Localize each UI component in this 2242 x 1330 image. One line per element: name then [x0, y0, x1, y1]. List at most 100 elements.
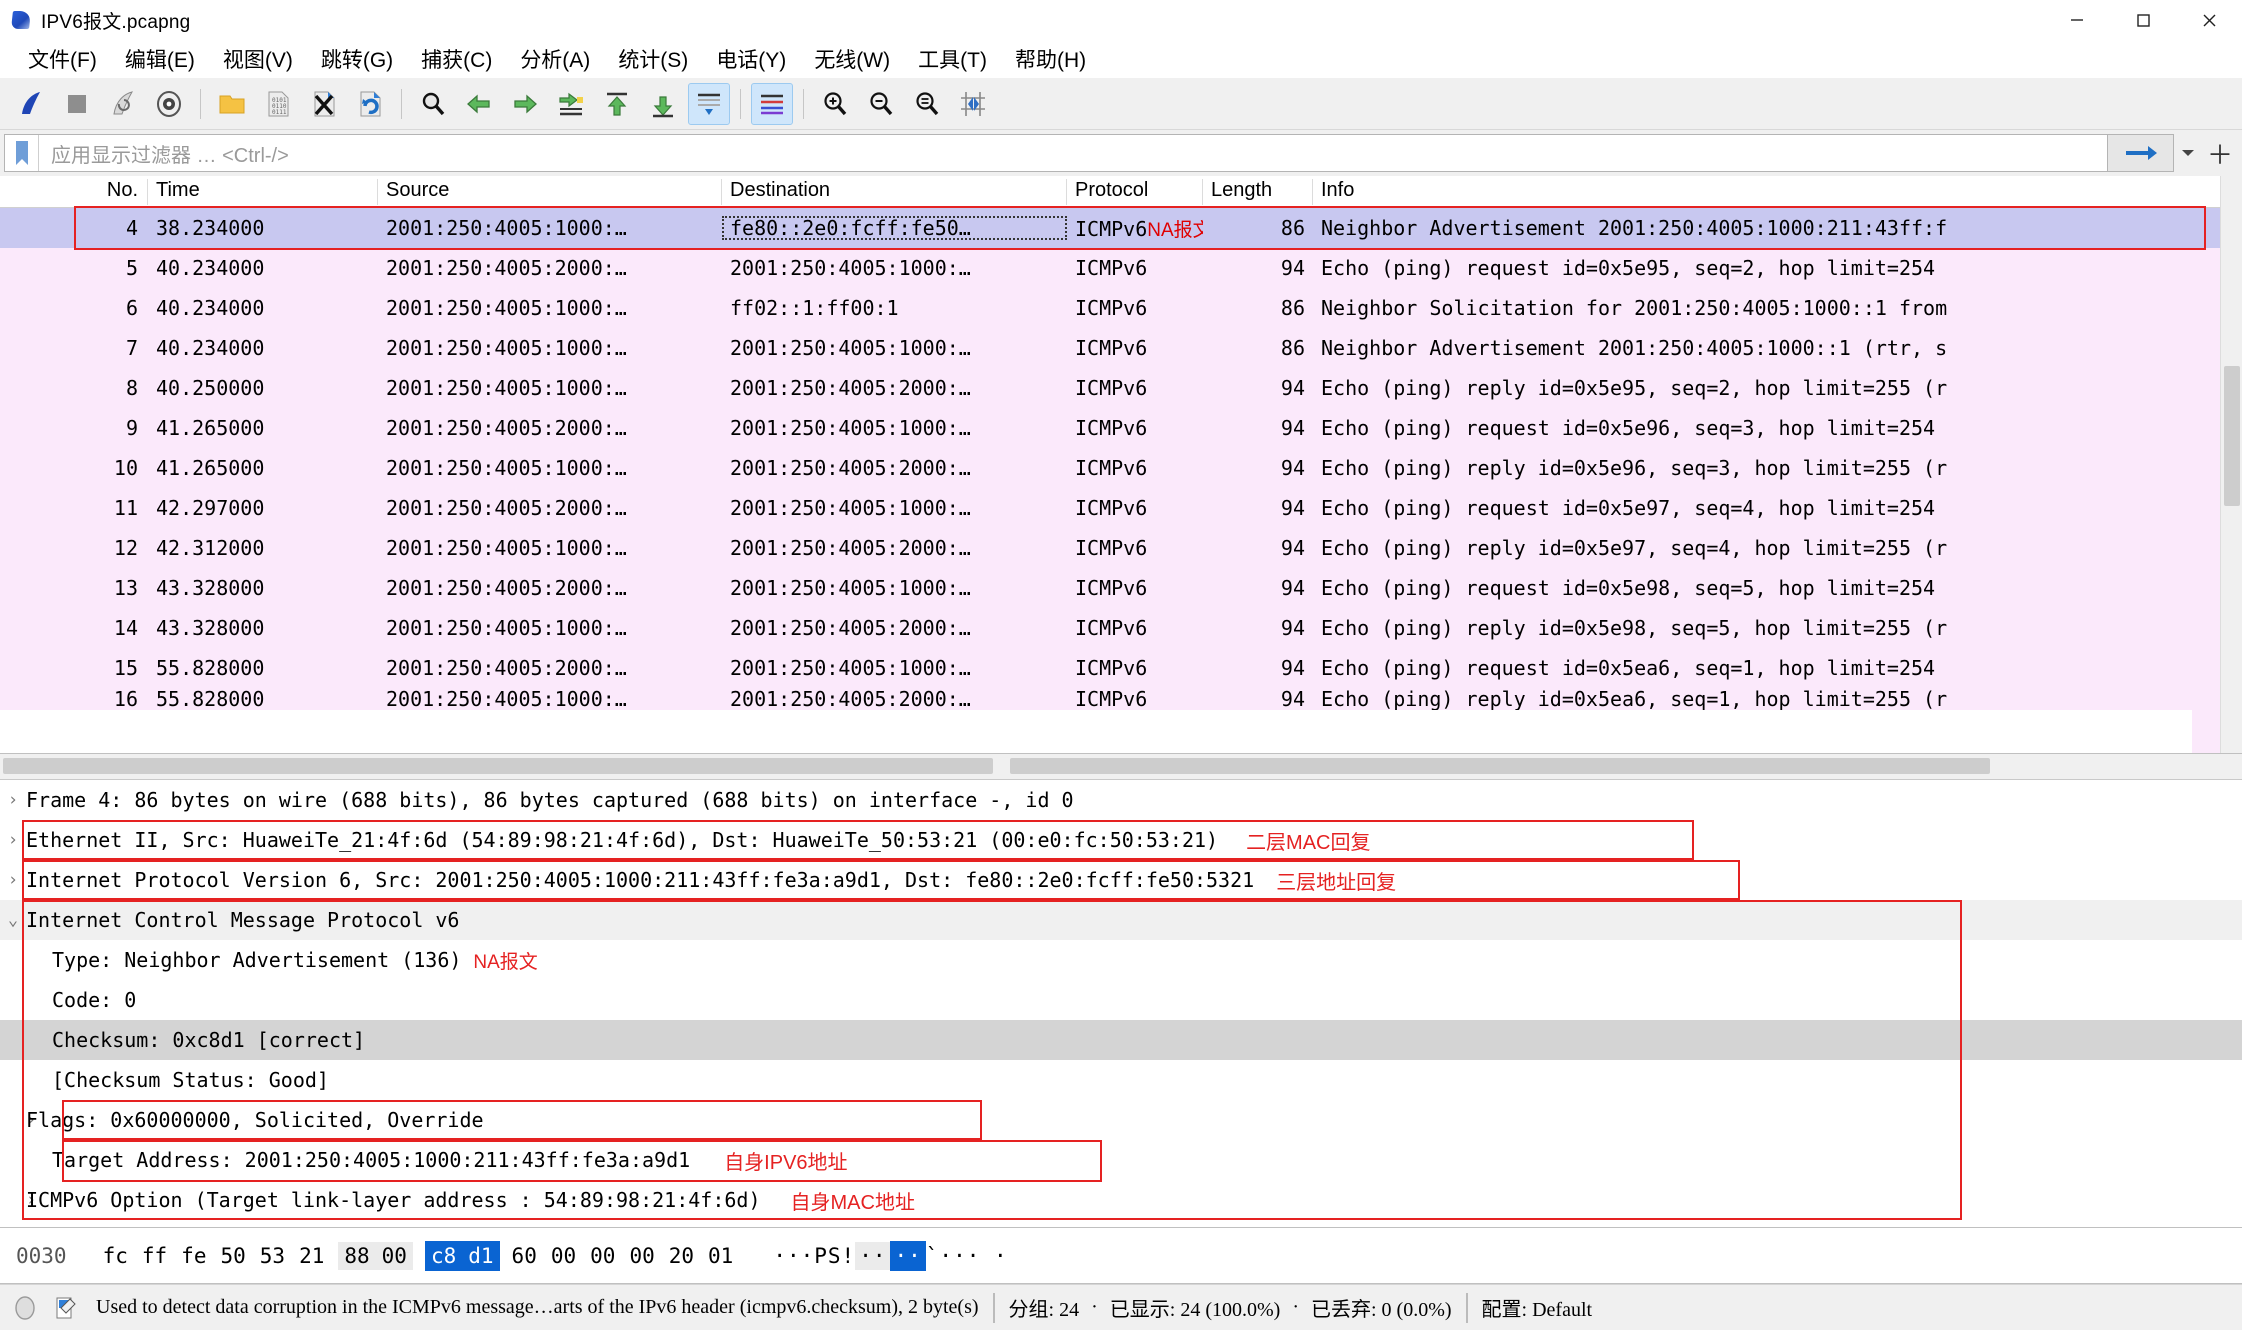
detail-row-ipv6[interactable]: › Internet Protocol Version 6, Src: 2001…: [0, 860, 2242, 900]
packet-list-scroll-thumb[interactable]: [2224, 366, 2240, 506]
capture-file-properties-icon[interactable]: [50, 1293, 80, 1323]
table-row[interactable]: 11 42.297000 2001:250:4005:2000:… 2001:2…: [0, 488, 2242, 528]
menu-wireless[interactable]: 无线(W): [800, 41, 904, 77]
column-header-source[interactable]: Source: [378, 176, 722, 207]
open-file-icon[interactable]: [211, 83, 253, 125]
hex-byte-selected[interactable]: d1: [462, 1240, 500, 1271]
hex-byte[interactable]: 01: [708, 1242, 733, 1270]
packet-details-pane[interactable]: › Frame 4: 86 bytes on wire (688 bits), …: [0, 780, 2242, 1228]
detail-row-icmpv6[interactable]: ⌄ Internet Control Message Protocol v6: [0, 900, 2242, 940]
column-header-protocol[interactable]: Protocol: [1067, 176, 1203, 207]
filter-bookmark-icon[interactable]: [5, 135, 39, 171]
expand-twisty-icon[interactable]: ›: [0, 1190, 36, 1210]
hex-byte[interactable]: 21: [299, 1242, 324, 1270]
table-row[interactable]: 14 43.328000 2001:250:4005:1000:… 2001:2…: [0, 608, 2242, 648]
menu-telephony[interactable]: 电话(Y): [702, 41, 800, 77]
table-row[interactable]: 12 42.312000 2001:250:4005:1000:… 2001:2…: [0, 528, 2242, 568]
table-row[interactable]: 6 40.234000 2001:250:4005:1000:… ff02::1…: [0, 288, 2242, 328]
table-row[interactable]: 7 40.234000 2001:250:4005:1000:… 2001:25…: [0, 328, 2242, 368]
start-capture-icon[interactable]: [10, 83, 52, 125]
resize-columns-icon[interactable]: [952, 83, 994, 125]
menu-go[interactable]: 跳转(G): [307, 41, 407, 77]
detail-row-checksum[interactable]: Checksum: 0xc8d1 [correct]: [0, 1020, 2242, 1060]
stop-capture-icon[interactable]: [56, 83, 98, 125]
status-profile[interactable]: 配置: Default: [1482, 1293, 1593, 1322]
capture-options-icon[interactable]: [148, 83, 190, 125]
zoom-reset-icon[interactable]: [906, 83, 948, 125]
save-file-icon[interactable]: 0101 0110 0111: [257, 83, 299, 125]
go-last-packet-icon[interactable]: [642, 83, 684, 125]
hex-byte-selected[interactable]: c8: [424, 1240, 463, 1271]
menu-view[interactable]: 视图(V): [209, 41, 307, 77]
detail-row-code[interactable]: Code: 0: [0, 980, 2242, 1020]
column-header-info[interactable]: Info: [1313, 176, 2242, 207]
packet-list-horizontal-scrollbar[interactable]: [0, 754, 2242, 780]
find-packet-icon[interactable]: [412, 83, 454, 125]
expand-twisty-icon[interactable]: ›: [0, 870, 26, 890]
menu-capture[interactable]: 捕获(C): [407, 41, 506, 77]
close-button[interactable]: [2176, 0, 2242, 40]
hex-byte[interactable]: 60: [512, 1242, 537, 1270]
menu-edit[interactable]: 编辑(E): [111, 41, 209, 77]
go-first-packet-icon[interactable]: [596, 83, 638, 125]
menu-tools[interactable]: 工具(T): [904, 41, 1001, 77]
detail-row-target-address[interactable]: Target Address: 2001:250:4005:1000:211:4…: [0, 1140, 2242, 1180]
table-row[interactable]: 16 55.828000 2001:250:4005:1000:… 2001:2…: [0, 688, 2242, 710]
packet-list-vertical-scrollbar[interactable]: [2220, 176, 2242, 753]
menu-statistics[interactable]: 统计(S): [604, 41, 702, 77]
auto-scroll-icon[interactable]: [688, 82, 730, 125]
reload-file-icon[interactable]: [349, 83, 391, 125]
expand-twisty-icon[interactable]: ›: [0, 790, 26, 810]
go-forward-icon[interactable]: [504, 83, 546, 125]
table-row[interactable]: 4 38.234000 2001:250:4005:1000:… fe80::2…: [0, 208, 2242, 248]
expert-info-icon[interactable]: [10, 1293, 40, 1323]
packet-list-header[interactable]: No. Time Source Destination Protocol Len…: [0, 176, 2242, 208]
detail-row-checksum-status[interactable]: [Checksum Status: Good]: [0, 1060, 2242, 1100]
detail-row-icmpv6-option[interactable]: › ICMPv6 Option (Target link-layer addre…: [0, 1180, 2242, 1220]
hex-byte[interactable]: 53: [260, 1242, 285, 1270]
menu-help[interactable]: 帮助(H): [1001, 41, 1100, 77]
column-header-no[interactable]: No.: [0, 176, 148, 207]
menu-analyze[interactable]: 分析(A): [506, 41, 604, 77]
column-header-length[interactable]: Length: [1203, 176, 1313, 207]
restart-capture-icon[interactable]: [102, 83, 144, 125]
maximize-button[interactable]: [2110, 0, 2176, 40]
apply-filter-button[interactable]: [2108, 134, 2174, 172]
hscroll-thumb-left[interactable]: [3, 758, 993, 774]
zoom-in-icon[interactable]: [814, 83, 856, 125]
hex-byte[interactable]: 50: [220, 1242, 245, 1270]
colorize-icon[interactable]: [751, 82, 793, 125]
hex-byte[interactable]: fe: [181, 1242, 206, 1270]
detail-row-ethernet[interactable]: › Ethernet II, Src: HuaweiTe_21:4f:6d (5…: [0, 820, 2242, 860]
collapse-twisty-icon[interactable]: ⌄: [0, 910, 26, 930]
table-row[interactable]: 5 40.234000 2001:250:4005:2000:… 2001:25…: [0, 248, 2242, 288]
detail-row-type[interactable]: Type: Neighbor Advertisement (136) NA报文: [0, 940, 2242, 980]
hex-byte[interactable]: fc: [103, 1242, 128, 1270]
go-to-packet-icon[interactable]: [550, 83, 592, 125]
table-row[interactable]: 8 40.250000 2001:250:4005:1000:… 2001:25…: [0, 368, 2242, 408]
hscroll-thumb-right[interactable]: [1010, 758, 1990, 774]
column-header-destination[interactable]: Destination: [722, 176, 1067, 207]
close-file-icon[interactable]: [303, 83, 345, 125]
packet-bytes-pane[interactable]: 0030 fc ff fe 50 53 21 88 00 c8 d1 60 00…: [0, 1228, 2242, 1284]
zoom-out-icon[interactable]: [860, 83, 902, 125]
filter-history-dropdown[interactable]: [2174, 134, 2202, 172]
hex-byte[interactable]: 00: [375, 1241, 413, 1270]
column-header-time[interactable]: Time: [148, 176, 378, 207]
go-back-icon[interactable]: [458, 83, 500, 125]
table-row[interactable]: 15 55.828000 2001:250:4005:2000:… 2001:2…: [0, 648, 2242, 688]
hex-byte[interactable]: 20: [669, 1242, 694, 1270]
expand-twisty-icon[interactable]: ›: [0, 830, 26, 850]
hex-byte[interactable]: 00: [551, 1242, 576, 1270]
menu-file[interactable]: 文件(F): [14, 41, 111, 77]
hex-byte[interactable]: 00: [590, 1242, 615, 1270]
minimize-button[interactable]: [2044, 0, 2110, 40]
detail-row-frame[interactable]: › Frame 4: 86 bytes on wire (688 bits), …: [0, 780, 2242, 820]
detail-row-flags[interactable]: › Flags: 0x60000000, Solicited, Override: [0, 1100, 2242, 1140]
hex-byte[interactable]: 00: [629, 1242, 654, 1270]
hex-byte[interactable]: 88: [338, 1241, 376, 1270]
display-filter-input[interactable]: 应用显示过滤器 … <Ctrl-/>: [4, 134, 2108, 172]
add-filter-button[interactable]: ＋: [2202, 134, 2238, 172]
table-row[interactable]: 9 41.265000 2001:250:4005:2000:… 2001:25…: [0, 408, 2242, 448]
table-row[interactable]: 13 43.328000 2001:250:4005:2000:… 2001:2…: [0, 568, 2242, 608]
